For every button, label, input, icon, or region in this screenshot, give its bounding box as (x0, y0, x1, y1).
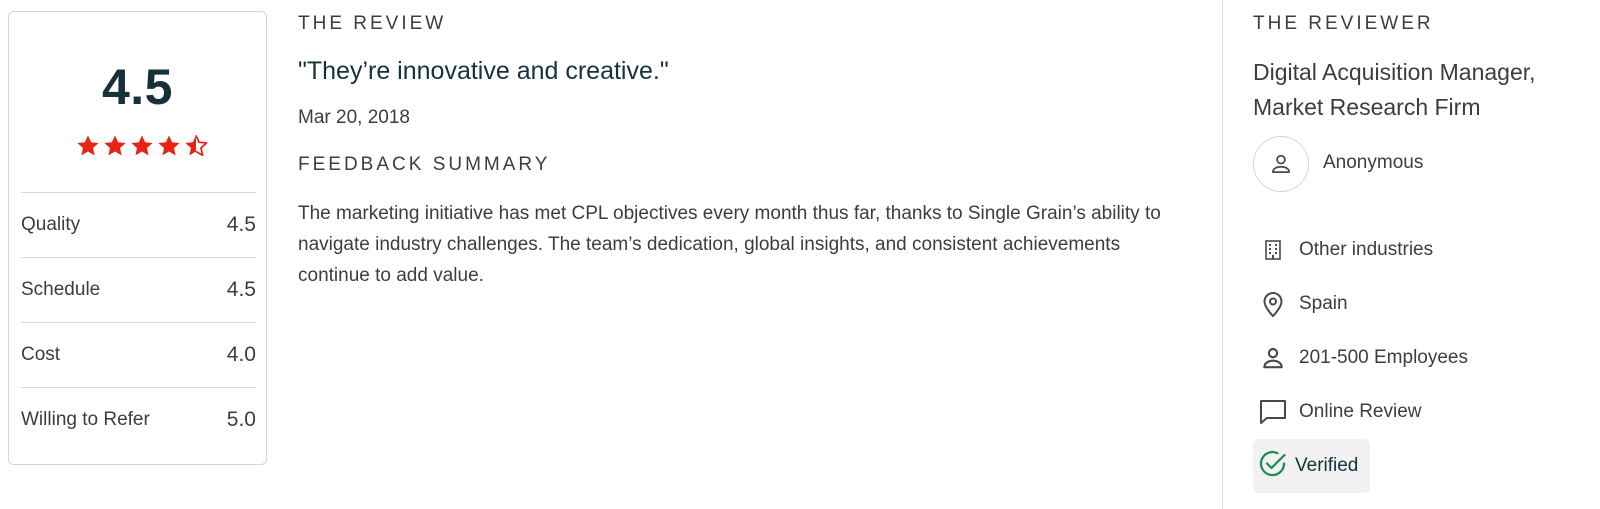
reviewer-industry-text: Other industries (1299, 239, 1434, 260)
metric-value: 5.0 (226, 408, 256, 431)
review-page: 4.5 Quality 4.5 Schedule 4.5 Cost 4.0 Wi… (0, 0, 1600, 509)
star-full-icon (104, 135, 126, 156)
avatar (1253, 136, 1309, 192)
feedback-summary-text: The marketing initiative has met CPL obj… (298, 203, 1161, 286)
star-full-icon (158, 135, 180, 156)
metric-row-quality: Quality 4.5 (21, 192, 256, 257)
chat-bubble-icon (1257, 397, 1289, 427)
review-quote: "They’re innovative and creative." (298, 57, 669, 85)
reviewer-name: Anonymous (1323, 152, 1424, 173)
metric-value: 4.5 (226, 278, 256, 301)
person-icon (1257, 343, 1289, 373)
overall-score: 4.5 (101, 59, 173, 115)
rating-card: 4.5 Quality 4.5 Schedule 4.5 Cost 4.0 Wi… (8, 11, 267, 465)
star-rating (75, 133, 209, 161)
user-icon (1272, 154, 1290, 173)
feedback-summary-heading: FEEDBACK SUMMARY (298, 154, 551, 175)
metric-row-willing-to-refer: Willing to Refer 5.0 (21, 387, 256, 452)
column-divider (1222, 0, 1223, 509)
metric-row-schedule: Schedule 4.5 (21, 257, 256, 322)
star-half-icon (185, 135, 208, 157)
metric-row-cost: Cost 4.0 (21, 322, 256, 387)
metric-value: 4.0 (226, 343, 256, 366)
star-full-icon (77, 135, 99, 156)
review-heading: THE REVIEW (298, 13, 447, 34)
review-date: Mar 20, 2018 (298, 107, 410, 128)
verified-text: Verified (1295, 455, 1359, 476)
metric-label: Schedule (21, 279, 101, 300)
review-source: Online Review (1257, 397, 1422, 427)
reviewer-industry: Other industries (1257, 235, 1433, 265)
star-full-icon (131, 135, 153, 156)
metric-label: Quality (21, 214, 81, 235)
review-source-text: Online Review (1299, 401, 1422, 422)
check-circle-icon (1258, 449, 1288, 484)
reviewer-location: Spain (1257, 289, 1348, 319)
metric-label: Cost (21, 344, 61, 365)
building-icon (1257, 235, 1289, 265)
reviewer-company-size-text: 201-500 Employees (1299, 347, 1468, 368)
rating-metrics: Quality 4.5 Schedule 4.5 Cost 4.0 Willin… (21, 192, 256, 452)
verified-badge: Verified (1253, 439, 1370, 493)
metric-label: Willing to Refer (21, 409, 150, 430)
reviewer-title: Digital Acquisition Manager, Market Rese… (1253, 59, 1536, 120)
reviewer-location-text: Spain (1299, 293, 1348, 314)
location-pin-icon (1257, 289, 1289, 319)
reviewer-heading: THE REVIEWER (1253, 13, 1434, 34)
metric-value: 4.5 (226, 213, 256, 236)
reviewer-company-size: 201-500 Employees (1257, 343, 1468, 373)
